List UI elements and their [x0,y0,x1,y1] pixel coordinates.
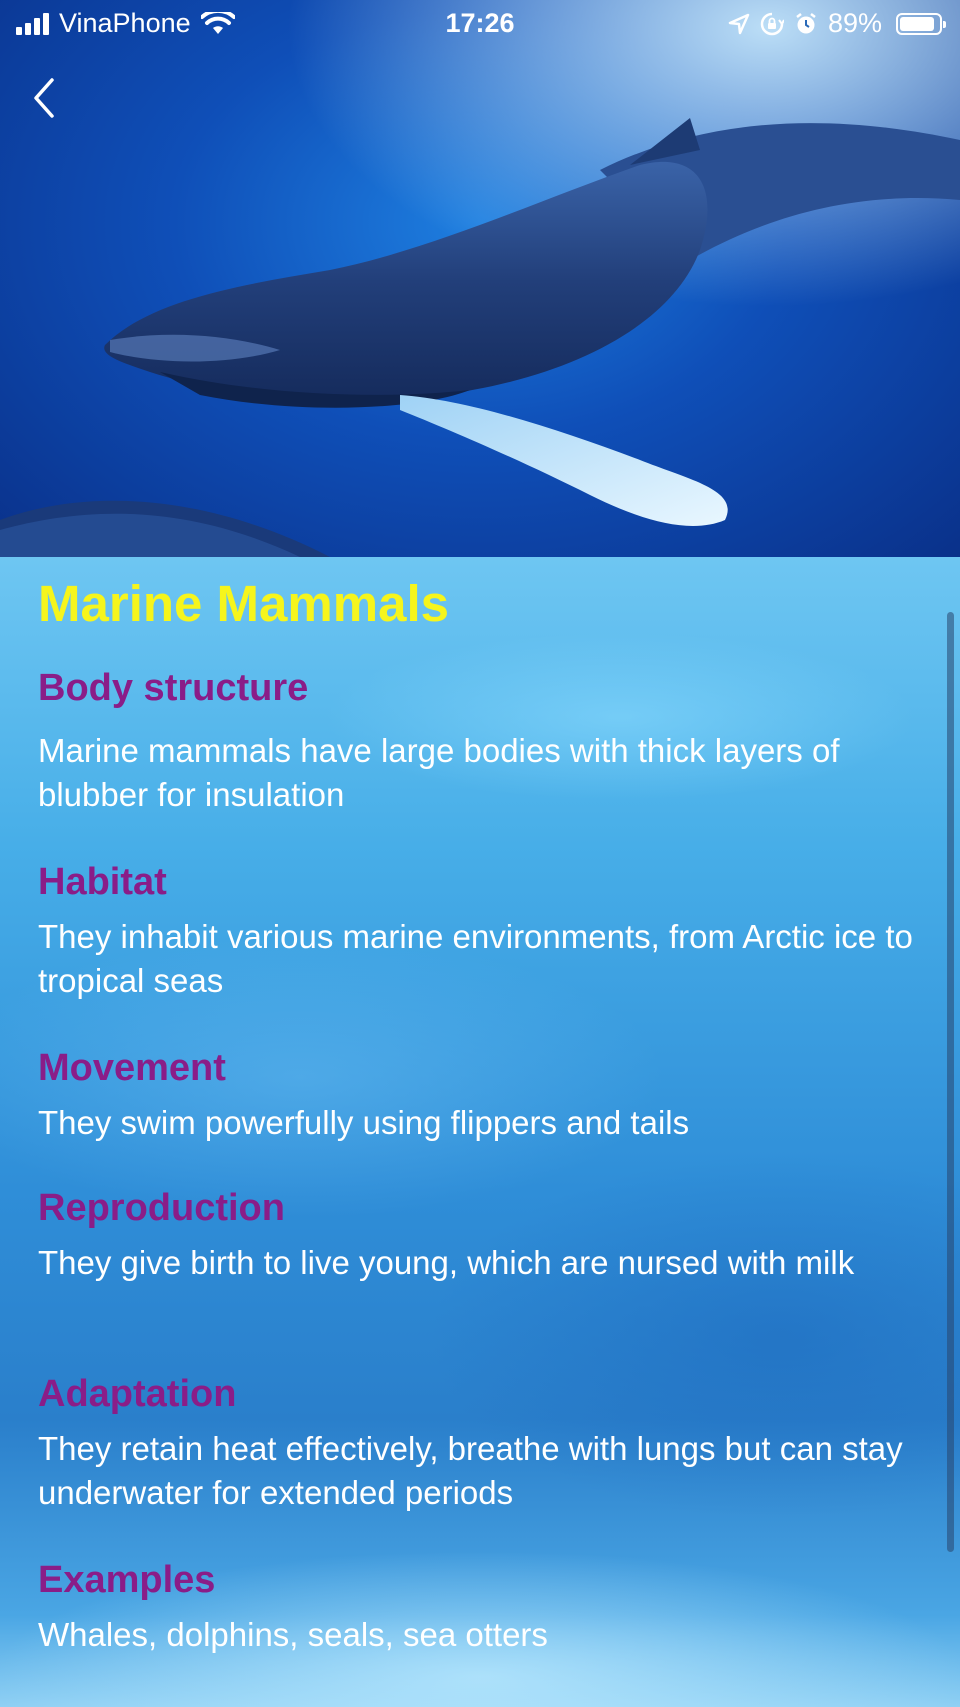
section-body-structure: Body structure Marine mammals have large… [38,665,918,817]
orientation-lock-icon [760,12,784,35]
section-heading: Adaptation [38,1373,237,1415]
back-button[interactable] [28,72,64,124]
status-right: 89% [728,8,946,39]
section-adaptation: Adaptation They retain heat effectively,… [38,1371,918,1515]
section-text: Marine mammals have large bodies with th… [38,732,840,813]
alarm-icon [796,12,816,33]
content-scroll-view[interactable]: Marine Mammals Body structure Marine mam… [0,557,960,1707]
vertical-scrollbar[interactable] [947,612,954,1552]
whale-illustration [0,0,960,557]
section-examples: Examples Whales, dolphins, seals, sea ot… [38,1557,918,1657]
section-text: They give birth to live young, which are… [38,1244,855,1281]
section-text: They swim powerfully using flippers and … [38,1104,690,1141]
battery-percent: 89% [827,8,882,38]
hero-whale-image [0,0,960,557]
page-title: Marine Mammals [38,575,449,632]
status-bar: VinaPhone 17:26 89% [0,0,960,48]
location-arrow-icon [728,13,750,34]
section-heading: Reproduction [38,1187,285,1229]
section-text: Whales, dolphins, seals, sea otters [38,1616,548,1653]
content-inner: Marine Mammals Body structure Marine mam… [38,557,918,1653]
section-heading: Habitat [38,861,167,903]
chevron-left-icon [34,78,54,118]
section-habitat: Habitat They inhabit various marine envi… [38,859,918,1003]
section-reproduction: Reproduction They give birth to live you… [38,1185,918,1285]
battery-icon [896,12,946,35]
section-movement: Movement They swim powerfully using flip… [38,1045,918,1145]
battery-fill [900,16,934,31]
section-heading: Body structure [38,667,309,709]
section-heading: Movement [38,1047,226,1089]
section-text: They inhabit various marine environments… [38,918,913,999]
section-heading: Examples [38,1559,216,1601]
section-text: They retain heat effectively, breathe wi… [38,1430,903,1511]
